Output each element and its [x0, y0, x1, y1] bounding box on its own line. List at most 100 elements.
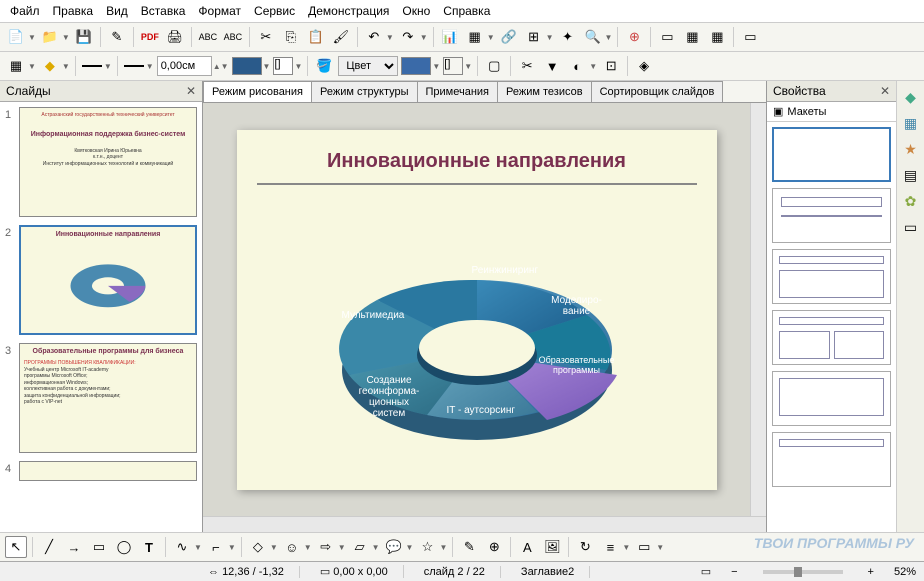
- basic-shapes-tool[interactable]: ◇: [247, 536, 269, 558]
- line-pattern-button[interactable]: [123, 55, 145, 77]
- fill-color-swatch[interactable]: [401, 57, 431, 75]
- slide-thumb-4[interactable]: 4: [5, 461, 197, 481]
- transition-icon[interactable]: ▭: [901, 217, 921, 237]
- select-tool[interactable]: ↖: [5, 536, 27, 558]
- curve-tool[interactable]: ∿: [171, 536, 193, 558]
- points-tool[interactable]: ✎: [458, 536, 480, 558]
- grid-button[interactable]: ⊞: [523, 26, 545, 48]
- cut-button[interactable]: ✂: [255, 26, 277, 48]
- interaction-button[interactable]: ⊡: [600, 55, 622, 77]
- layout-vertical[interactable]: [772, 432, 891, 487]
- redo-button[interactable]: ↷: [397, 26, 419, 48]
- chart-button[interactable]: 📊: [439, 26, 461, 48]
- gallery-icon[interactable]: ▦: [901, 113, 921, 133]
- align-tool[interactable]: ≡: [599, 536, 621, 558]
- layout-content[interactable]: [772, 249, 891, 304]
- slide-thumb-2[interactable]: 2 Инновационные направления: [5, 225, 197, 335]
- fill-type-select[interactable]: Цвет: [338, 56, 398, 76]
- animation-icon[interactable]: ✿: [901, 191, 921, 211]
- menu-tools[interactable]: Сервис: [249, 2, 300, 20]
- fit-page-icon[interactable]: ▭: [701, 565, 711, 578]
- close-icon[interactable]: ✕: [186, 84, 196, 98]
- effects-button[interactable]: ◐: [566, 55, 588, 77]
- styles-icon[interactable]: ▤: [901, 165, 921, 185]
- menu-format[interactable]: Формат: [193, 2, 246, 20]
- extrusion-button[interactable]: ◈: [633, 55, 655, 77]
- line-style-button[interactable]: [81, 55, 103, 77]
- zoom-value[interactable]: 52%: [894, 566, 916, 578]
- stars-tool[interactable]: ☆: [416, 536, 438, 558]
- clone-format-button[interactable]: 🖌: [330, 26, 352, 48]
- filter-button[interactable]: ▼: [541, 55, 563, 77]
- tab-sorter[interactable]: Сортировщик слайдов: [591, 81, 724, 102]
- slide-thumb-1[interactable]: 1 Астраханский государственный техническ…: [5, 107, 197, 217]
- menu-window[interactable]: Окно: [397, 2, 435, 20]
- menu-view[interactable]: Вид: [101, 2, 133, 20]
- crop-button[interactable]: ✂: [516, 55, 538, 77]
- open-button[interactable]: 📁: [39, 26, 61, 48]
- vertical-scrollbar[interactable]: [750, 103, 766, 516]
- print-button[interactable]: 🖨: [164, 26, 186, 48]
- tab-handout[interactable]: Режим тезисов: [497, 81, 592, 102]
- menu-file[interactable]: Файл: [5, 2, 45, 20]
- hyperlink-button[interactable]: 🔗: [498, 26, 520, 48]
- menu-slideshow[interactable]: Демонстрация: [303, 2, 394, 20]
- auto-spellcheck-button[interactable]: ABC: [222, 26, 244, 48]
- slide-design-button[interactable]: ▦: [681, 26, 703, 48]
- new-doc-button[interactable]: 📄: [5, 26, 27, 48]
- paste-button[interactable]: 📋: [305, 26, 327, 48]
- rect-tool[interactable]: ▭: [88, 536, 110, 558]
- menu-insert[interactable]: Вставка: [136, 2, 191, 20]
- symbol-shapes-tool[interactable]: ☺: [281, 536, 303, 558]
- rotate-tool[interactable]: ↻: [574, 536, 596, 558]
- text-tool[interactable]: T: [138, 536, 160, 558]
- flowchart-tool[interactable]: ▱: [349, 536, 371, 558]
- layout-title-only[interactable]: [772, 371, 891, 426]
- copy-button[interactable]: ⎘: [280, 26, 302, 48]
- align-button[interactable]: ◆: [39, 55, 61, 77]
- arrange-tool[interactable]: ▭: [633, 536, 655, 558]
- edit-mode-button[interactable]: ✎: [106, 26, 128, 48]
- zoom-button[interactable]: 🔍: [582, 26, 604, 48]
- slide-pane-button[interactable]: ▭: [656, 26, 678, 48]
- ellipse-tool[interactable]: ◯: [113, 536, 135, 558]
- zoom-slider[interactable]: [763, 570, 843, 574]
- layout-two-content[interactable]: [772, 310, 891, 365]
- menu-edit[interactable]: Правка: [48, 2, 99, 20]
- arrow-tool[interactable]: →: [63, 536, 85, 558]
- tab-notes[interactable]: Примечания: [417, 81, 499, 102]
- slide-layout-button[interactable]: ▦: [706, 26, 728, 48]
- undo-button[interactable]: ↶: [363, 26, 385, 48]
- shadow-button[interactable]: ▢: [483, 55, 505, 77]
- callout-tool[interactable]: 💬: [383, 536, 405, 558]
- zoom-out-icon[interactable]: −: [731, 566, 737, 578]
- line-color-swatch[interactable]: [232, 57, 262, 75]
- slideshow-button[interactable]: ▭: [739, 26, 761, 48]
- table-button[interactable]: ▦: [464, 26, 486, 48]
- tab-outline[interactable]: Режим структуры: [311, 81, 418, 102]
- zoom-in-icon[interactable]: +: [868, 566, 874, 578]
- save-button[interactable]: 💾: [73, 26, 95, 48]
- from-file-tool[interactable]: 🖼: [541, 536, 563, 558]
- horizontal-scrollbar[interactable]: [203, 516, 766, 532]
- navigator-icon[interactable]: ★: [901, 139, 921, 159]
- tab-normal[interactable]: Режим рисования: [203, 81, 312, 102]
- layout-title[interactable]: [772, 188, 891, 243]
- fill-button[interactable]: 🪣: [313, 55, 335, 77]
- properties-icon[interactable]: ◆: [901, 87, 921, 107]
- line-color-none[interactable]: []: [273, 57, 293, 75]
- slide-canvas-area[interactable]: Инновационные направления: [203, 103, 750, 516]
- close-icon[interactable]: ✕: [880, 84, 890, 98]
- block-arrows-tool[interactable]: ⇨: [315, 536, 337, 558]
- navigator-button[interactable]: ✦: [557, 26, 579, 48]
- menu-help[interactable]: Справка: [438, 2, 495, 20]
- line-tool[interactable]: ╱: [38, 536, 60, 558]
- export-pdf-button[interactable]: PDF: [139, 26, 161, 48]
- arrange-button[interactable]: ▦: [5, 55, 27, 77]
- fontwork-tool[interactable]: A: [516, 536, 538, 558]
- line-width-input[interactable]: [157, 56, 212, 76]
- slide-thumb-3[interactable]: 3 Образовательные программы для бизнеса …: [5, 343, 197, 453]
- layout-blank[interactable]: [772, 127, 891, 182]
- help-button[interactable]: ⊕: [623, 26, 645, 48]
- glue-tool[interactable]: ⊕: [483, 536, 505, 558]
